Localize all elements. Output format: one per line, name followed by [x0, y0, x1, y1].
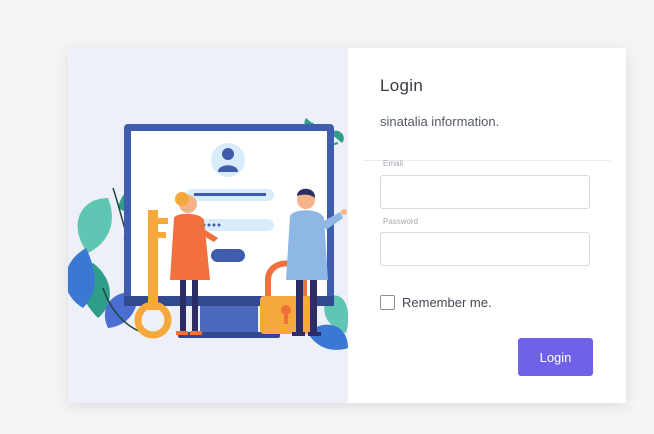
- remember-me-label[interactable]: Remember me.: [402, 295, 492, 310]
- login-button[interactable]: Login: [518, 338, 593, 376]
- email-field[interactable]: [380, 175, 590, 209]
- password-label: Password: [383, 217, 419, 226]
- page-background: Login sinatalia information. Email Passw…: [8, 8, 648, 428]
- password-field[interactable]: [380, 232, 590, 266]
- login-card: Login sinatalia information. Email Passw…: [68, 48, 626, 403]
- login-title: Login: [380, 76, 424, 95]
- login-illustration: [68, 118, 348, 350]
- login-form-panel: Login sinatalia information. Email Passw…: [348, 48, 626, 403]
- remember-me-checkbox[interactable]: [380, 295, 395, 310]
- illustration-panel: [68, 48, 348, 403]
- login-subtitle: sinatalia information.: [380, 114, 500, 129]
- email-label: Email: [383, 159, 404, 168]
